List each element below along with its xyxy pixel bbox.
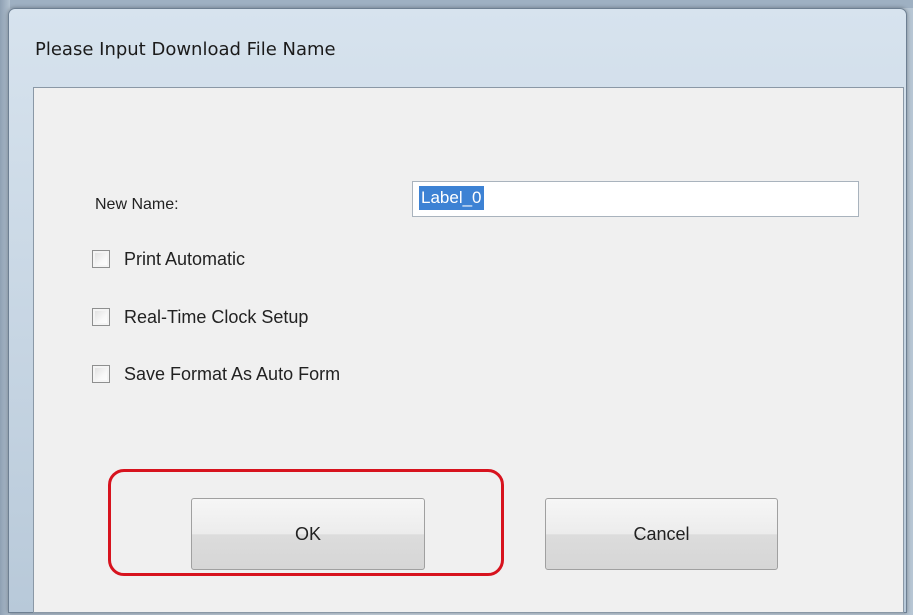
print-automatic-checkbox[interactable] xyxy=(92,250,110,268)
real-time-clock-setup-checkbox[interactable] xyxy=(92,308,110,326)
cancel-button-label: Cancel xyxy=(633,523,690,544)
cancel-button[interactable]: Cancel xyxy=(545,498,778,570)
dialog-client-area: New Name: Label_0 Print Automatic Real-T… xyxy=(33,87,904,613)
print-automatic-checkbox-row[interactable]: Print Automatic xyxy=(92,246,245,272)
ok-button[interactable]: OK xyxy=(191,498,425,570)
ok-button-label: OK xyxy=(294,523,321,544)
real-time-clock-setup-checkbox-row[interactable]: Real-Time Clock Setup xyxy=(92,304,308,330)
real-time-clock-setup-label: Real-Time Clock Setup xyxy=(124,306,309,327)
save-format-auto-form-checkbox-row[interactable]: Save Format As Auto Form xyxy=(92,361,340,387)
save-format-auto-form-checkbox[interactable] xyxy=(92,365,110,383)
dialog-title: Please Input Download File Name xyxy=(35,39,336,60)
download-file-name-dialog: Please Input Download File Name New Name… xyxy=(8,8,907,613)
new-name-input[interactable]: Label_0 xyxy=(412,181,859,217)
new-name-value: Label_0 xyxy=(419,186,484,210)
new-name-label: New Name: xyxy=(95,196,179,213)
background-top xyxy=(0,0,913,8)
print-automatic-label: Print Automatic xyxy=(124,248,246,269)
save-format-auto-form-label: Save Format As Auto Form xyxy=(124,363,341,384)
